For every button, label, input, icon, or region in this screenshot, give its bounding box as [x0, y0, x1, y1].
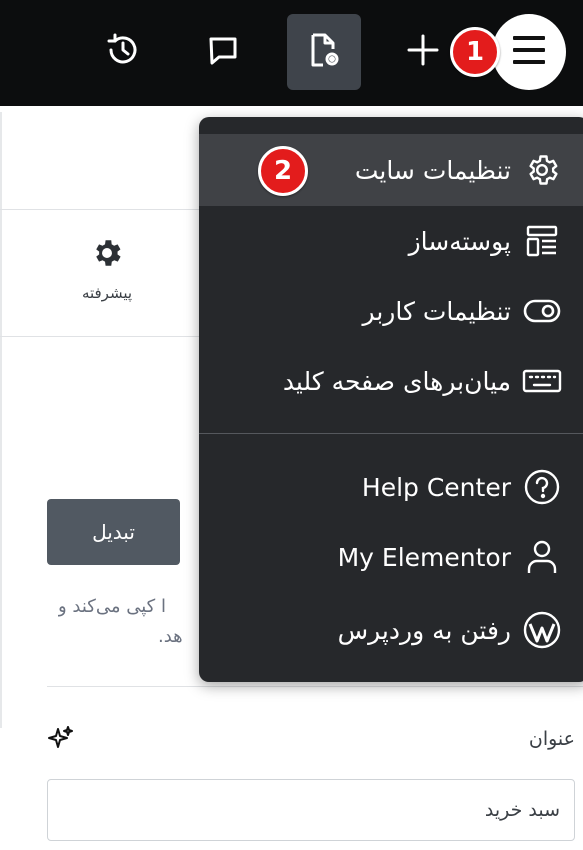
main-menu-dropdown: تنظیمات سایت پوسته‌ساز تنظیمات کاربر: [199, 117, 583, 682]
history-button[interactable]: [86, 14, 160, 90]
convert-button[interactable]: تبدیل: [47, 499, 180, 565]
menu-item-user-preferences[interactable]: تنظیمات کاربر: [199, 276, 583, 346]
wordpress-icon: [521, 609, 563, 651]
tab-advanced-label: پیشرفته: [81, 284, 133, 302]
menu-item-theme-builder[interactable]: پوسته‌ساز: [199, 206, 583, 276]
history-icon: [104, 31, 142, 73]
menu-item-site-settings[interactable]: تنظیمات سایت: [199, 134, 583, 206]
menu-item-label: پوسته‌ساز: [408, 226, 511, 256]
comments-button[interactable]: [186, 14, 260, 90]
menu-item-label: تنظیمات سایت: [354, 155, 511, 185]
menu-item-my-elementor[interactable]: My Elementor: [199, 522, 583, 592]
menu-item-label: My Elementor: [337, 542, 511, 572]
gear-icon: [90, 236, 124, 274]
menu-item-keyboard-shortcuts[interactable]: میان‌برهای صفحه کلید: [199, 346, 583, 416]
page-settings-icon: [303, 29, 345, 75]
description-text: ا کپی می‌کند و هد.: [58, 592, 208, 652]
description-line: هد.: [158, 626, 183, 647]
menu-divider: [199, 433, 583, 434]
hamburger-menu-icon: [509, 32, 549, 72]
app-root: 1 پیشرفته تبدیل ا کپی می‌کند و هد. عنوان…: [0, 0, 583, 850]
user-icon: [521, 536, 563, 578]
divider: [0, 336, 200, 337]
page-settings-button[interactable]: [287, 14, 361, 90]
top-toolbar: 1: [0, 0, 583, 106]
gear-icon: [521, 149, 563, 191]
plus-icon: [405, 32, 441, 72]
title-input[interactable]: [47, 779, 575, 841]
keyboard-icon: [521, 360, 563, 402]
theme-builder-icon: [521, 220, 563, 262]
add-element-button[interactable]: [386, 14, 460, 90]
menu-item-label: رفتن به وردپرس: [337, 615, 511, 645]
sparkle-icon[interactable]: [47, 724, 75, 756]
menu-item-help-center[interactable]: Help Center: [199, 452, 583, 522]
divider: [0, 209, 200, 210]
divider: [47, 686, 583, 687]
toggle-icon: [521, 290, 563, 332]
step-marker-2: 2: [258, 146, 308, 196]
step-marker-1: 1: [450, 27, 500, 77]
menu-item-label: Help Center: [361, 472, 511, 502]
menu-item-label: میان‌برهای صفحه کلید: [282, 366, 511, 396]
menu-item-label: تنظیمات کاربر: [362, 296, 511, 326]
title-label: عنوان: [528, 728, 575, 750]
comment-icon: [204, 31, 242, 73]
menu-item-exit-to-wordpress[interactable]: رفتن به وردپرس: [199, 595, 583, 665]
main-menu-button[interactable]: [492, 14, 566, 90]
help-circle-icon: [521, 466, 563, 508]
tab-advanced[interactable]: پیشرفته: [62, 236, 152, 316]
panel-edge: [0, 112, 2, 728]
description-line: ا کپی می‌کند و: [58, 596, 166, 617]
